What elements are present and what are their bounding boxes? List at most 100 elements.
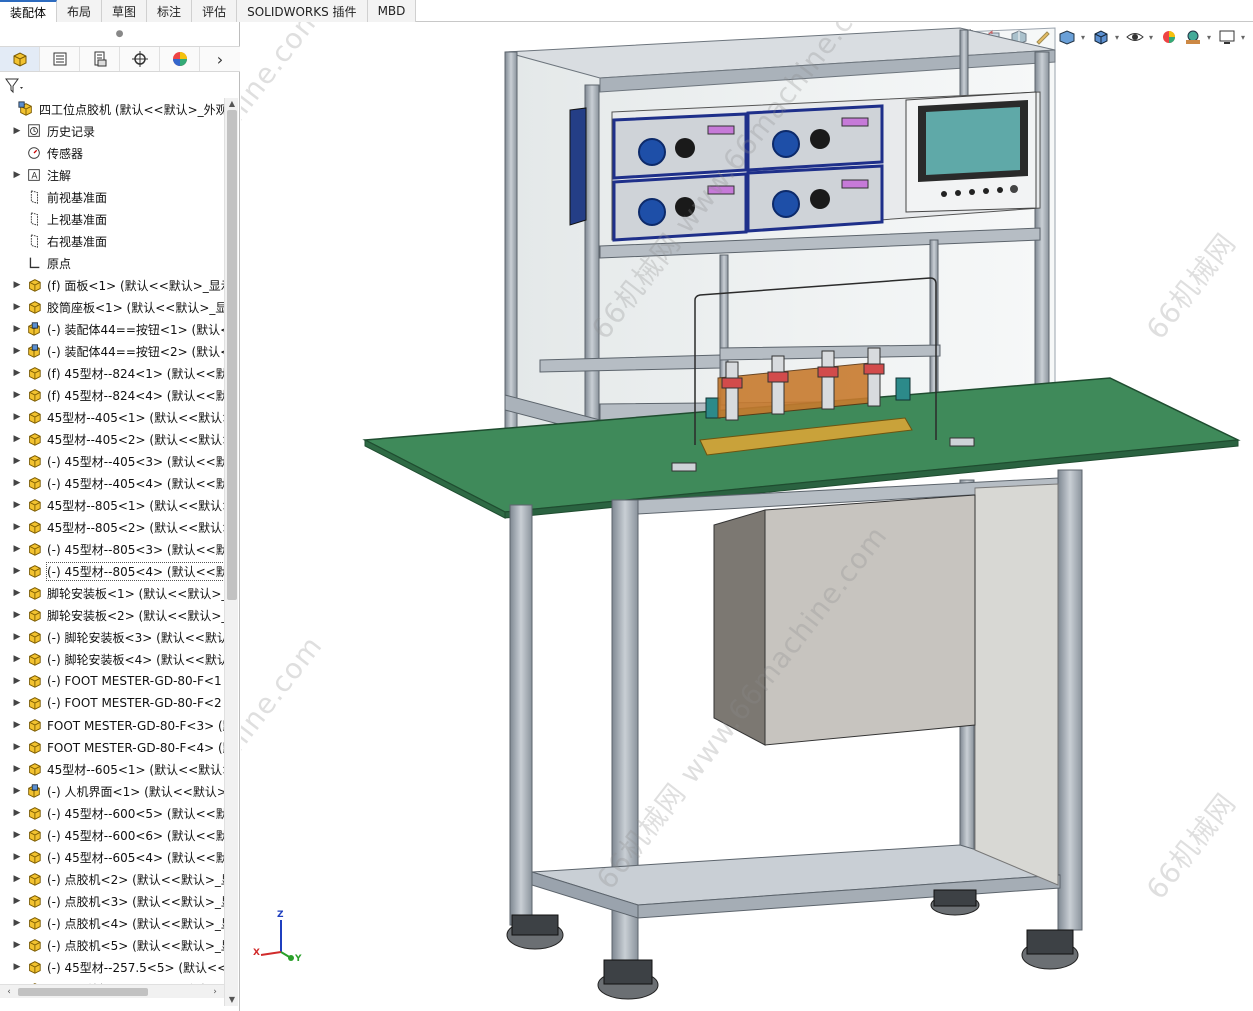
expand-arrow-icon[interactable]: ▶ bbox=[10, 632, 24, 642]
expand-arrow-icon[interactable]: ▶ bbox=[10, 962, 24, 972]
hscroll-thumb[interactable] bbox=[18, 988, 148, 996]
tree-item[interactable]: ▶ (-) 45型材--605<4> (默认<<默 bbox=[0, 846, 224, 868]
dispenser-controller-4[interactable] bbox=[746, 164, 884, 233]
expand-arrow-icon[interactable]: ▶ bbox=[10, 346, 24, 356]
hmi-touchscreen[interactable] bbox=[905, 91, 1037, 213]
tree-item[interactable]: 右视基准面 bbox=[0, 230, 224, 252]
expand-arrow-icon[interactable]: ▶ bbox=[10, 852, 24, 862]
tree-item[interactable]: ▶ (-) 脚轮安装板<4> (默认<<默认 bbox=[0, 648, 224, 670]
configuration-manager-tab[interactable] bbox=[80, 47, 120, 71]
expand-arrow-icon[interactable]: ▶ bbox=[10, 456, 24, 466]
tree-item[interactable]: 原点 bbox=[0, 252, 224, 274]
tree-item[interactable]: ▶ (-) FOOT MESTER-GD-80-F<2 bbox=[0, 692, 224, 714]
expand-arrow-icon[interactable]: ▶ bbox=[10, 566, 24, 576]
tree-item[interactable]: ▶ 历史记录 bbox=[0, 120, 224, 142]
graphics-area[interactable]: ▾ ▾ ▾ ▾ ▾ www.66machine.com www.66machin… bbox=[241, 22, 1253, 1011]
expand-arrow-icon[interactable]: ▶ bbox=[10, 610, 24, 620]
tree-item[interactable]: ▶ (-) 45型材--257.5<5> (默认<<默 bbox=[0, 956, 224, 978]
tree-item[interactable]: ▶ (-) 45型材--405<3> (默认<<默 bbox=[0, 450, 224, 472]
tree-item[interactable]: ▶ 胶筒座板<1> (默认<<默认>_显 bbox=[0, 296, 224, 318]
expand-arrow-icon[interactable]: ▶ bbox=[10, 170, 24, 180]
tree-item[interactable]: ▶ (f) 面板<1> (默认<<默认>_显示 bbox=[0, 274, 224, 296]
tree-item[interactable]: ▶ 45型材--405<1> (默认<<默认> bbox=[0, 406, 224, 428]
tree-item[interactable]: ▶ (-) 装配体44==按钮<1> (默认< bbox=[0, 318, 224, 340]
expand-arrow-icon[interactable]: ▶ bbox=[10, 126, 24, 136]
scroll-up-icon[interactable]: ▲ bbox=[225, 98, 239, 110]
expand-arrow-icon[interactable]: ▶ bbox=[10, 324, 24, 334]
tree-item[interactable]: ▶ 45型材--805<1> (默认<<默认> bbox=[0, 494, 224, 516]
tree-item[interactable]: ▶ (-) FOOT MESTER-GD-80-F<1 bbox=[0, 670, 224, 692]
tree-item[interactable]: ▶ 45型材--805<2> (默认<<默认> bbox=[0, 516, 224, 538]
expand-arrow-icon[interactable]: ▶ bbox=[10, 698, 24, 708]
scroll-down-icon[interactable]: ▼ bbox=[225, 994, 239, 1006]
expand-arrow-icon[interactable]: ▶ bbox=[10, 676, 24, 686]
tree-item[interactable]: ▶ (-) 45型材--405<4> (默认<<默 bbox=[0, 472, 224, 494]
tree-item[interactable]: ▶ FOOT MESTER-GD-80-F<4> (默 bbox=[0, 736, 224, 758]
expand-arrow-icon[interactable]: ▶ bbox=[10, 588, 24, 598]
tree-item[interactable]: ▶ 脚轮安装板<1> (默认<<默认>_ bbox=[0, 582, 224, 604]
scroll-thumb[interactable] bbox=[227, 110, 237, 600]
more-tabs-chevron-icon[interactable]: › bbox=[200, 47, 240, 71]
tab-6[interactable]: MBD bbox=[367, 0, 417, 22]
expand-arrow-icon[interactable]: ▶ bbox=[10, 434, 24, 444]
expand-arrow-icon[interactable]: ▶ bbox=[10, 918, 24, 928]
tab-0[interactable]: 装配体 bbox=[0, 0, 58, 22]
expand-arrow-icon[interactable]: ▶ bbox=[10, 522, 24, 532]
scroll-right-icon[interactable]: › bbox=[208, 985, 222, 999]
expand-arrow-icon[interactable]: ▶ bbox=[10, 280, 24, 290]
tree-item[interactable]: ▶ (-) 45型材--600<6> (默认<<默 bbox=[0, 824, 224, 846]
tree-item[interactable]: 上视基准面 bbox=[0, 208, 224, 230]
expand-arrow-icon[interactable]: ▶ bbox=[10, 786, 24, 796]
expand-arrow-icon[interactable]: ▶ bbox=[10, 720, 24, 730]
tree-item[interactable]: ▶ (f) 45型材--824<1> (默认<<默认 bbox=[0, 362, 224, 384]
expand-arrow-icon[interactable]: ▶ bbox=[10, 390, 24, 400]
tab-1[interactable]: 布局 bbox=[57, 0, 103, 22]
expand-arrow-icon[interactable]: ▶ bbox=[10, 412, 24, 422]
expand-arrow-icon[interactable]: ▶ bbox=[10, 500, 24, 510]
expand-arrow-icon[interactable]: ▶ bbox=[10, 764, 24, 774]
expand-arrow-icon[interactable]: ▶ bbox=[10, 742, 24, 752]
expand-arrow-icon[interactable]: ▶ bbox=[10, 302, 24, 312]
expand-arrow-icon[interactable]: ▶ bbox=[10, 896, 24, 906]
property-manager-tab[interactable] bbox=[40, 47, 80, 71]
tree-item[interactable]: ▶ A 注解 bbox=[0, 164, 224, 186]
tab-2[interactable]: 草图 bbox=[102, 0, 148, 22]
expand-arrow-icon[interactable]: ▶ bbox=[10, 544, 24, 554]
tab-5[interactable]: SOLIDWORKS 插件 bbox=[237, 0, 368, 22]
tree-item[interactable]: ▶ (-) 点胶机<2> (默认<<默认>_显 bbox=[0, 868, 224, 890]
tree-item[interactable]: 传感器 bbox=[0, 142, 224, 164]
tree-filter[interactable] bbox=[4, 76, 26, 96]
tree-item[interactable]: ▶ (-) 45型材--805<4> (默认<<默 bbox=[0, 560, 224, 582]
tree-item[interactable]: ▶ (f) 45型材--824<4> (默认<<默认 bbox=[0, 384, 224, 406]
tree-item[interactable]: ▶ (-) 点胶机<3> (默认<<默认>_显 bbox=[0, 890, 224, 912]
expand-arrow-icon[interactable]: ▶ bbox=[10, 940, 24, 950]
tree-item[interactable]: ▶ (-) 装配体44==按钮<2> (默认< bbox=[0, 340, 224, 362]
display-manager-tab[interactable] bbox=[160, 47, 200, 71]
tree-item[interactable]: ▶ 脚轮安装板<2> (默认<<默认>_ bbox=[0, 604, 224, 626]
dimxpert-manager-tab[interactable] bbox=[120, 47, 160, 71]
expand-arrow-icon[interactable]: ▶ bbox=[10, 368, 24, 378]
tree-item[interactable]: 前视基准面 bbox=[0, 186, 224, 208]
pane-grip[interactable]: ● bbox=[0, 22, 239, 46]
tree-item[interactable]: ▶ (-) 点胶机<5> (默认<<默认>_显 bbox=[0, 934, 224, 956]
expand-arrow-icon[interactable]: ▶ bbox=[10, 654, 24, 664]
tab-3[interactable]: 标注 bbox=[147, 0, 193, 22]
tree-item[interactable]: ▶ (-) 人机界面<1> (默认<<默认>_ bbox=[0, 780, 224, 802]
tab-4[interactable]: 评估 bbox=[192, 0, 238, 22]
tree-horizontal-scrollbar[interactable]: ‹ › bbox=[0, 984, 224, 998]
tree-item[interactable]: ▶ 45型材--405<2> (默认<<默认> bbox=[0, 428, 224, 450]
tree-root-item[interactable]: 四工位点胶机 (默认<<默认>_外观 显 bbox=[0, 98, 224, 120]
expand-arrow-icon[interactable]: ▶ bbox=[10, 808, 24, 818]
tree-item[interactable]: ▶ (-) 点胶机<4> (默认<<默认>_显 bbox=[0, 912, 224, 934]
tree-item[interactable]: ▶ (-) 脚轮安装板<3> (默认<<默认 bbox=[0, 626, 224, 648]
tree-item[interactable]: ▶ (-) 45型材--600<5> (默认<<默 bbox=[0, 802, 224, 824]
tree-item[interactable]: ▶ 45型材--605<1> (默认<<默认> bbox=[0, 758, 224, 780]
expand-arrow-icon[interactable]: ▶ bbox=[10, 874, 24, 884]
tree-item[interactable]: ▶ FOOT MESTER-GD-80-F<3> (默 bbox=[0, 714, 224, 736]
feature-manager-tab[interactable] bbox=[0, 47, 40, 71]
scroll-left-icon[interactable]: ‹ bbox=[2, 985, 16, 999]
tree-vertical-scrollbar[interactable]: ▲ ▼ bbox=[224, 98, 238, 1006]
expand-arrow-icon[interactable]: ▶ bbox=[10, 478, 24, 488]
tree-item[interactable]: ▶ (-) 45型材--805<3> (默认<<默 bbox=[0, 538, 224, 560]
expand-arrow-icon[interactable]: ▶ bbox=[10, 830, 24, 840]
